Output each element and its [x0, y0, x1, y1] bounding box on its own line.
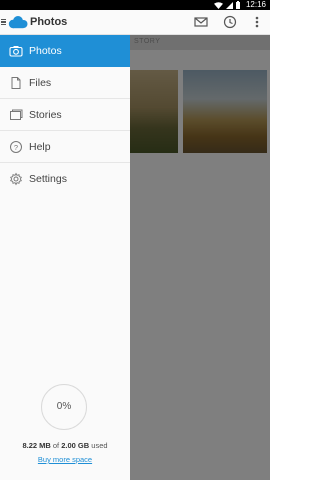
nav-item-help[interactable]: ? Help [0, 131, 130, 163]
storage-of: of [52, 441, 60, 450]
camera-icon [9, 46, 23, 57]
nav-item-label: Help [29, 141, 51, 153]
svg-text:?: ? [14, 143, 18, 152]
storage-usage-ring: 0% [41, 384, 87, 430]
nav-item-settings[interactable]: Settings [0, 163, 130, 195]
file-icon [11, 77, 21, 89]
app-title: Photos [30, 16, 68, 28]
overflow-menu-icon[interactable] [252, 14, 262, 30]
status-time: 12:16 [245, 0, 266, 9]
storage-suffix: used [91, 441, 108, 450]
help-icon: ? [10, 141, 22, 153]
app-bar: Photos [0, 10, 270, 35]
status-icons [214, 1, 240, 9]
drawer-scrim[interactable] [130, 35, 270, 480]
storage-usage-text: 8.22 MB of 2.00 GB used [0, 441, 130, 450]
signal-icon [226, 1, 233, 9]
nav-item-label: Stories [29, 109, 62, 121]
nav-item-label: Files [29, 77, 52, 89]
buy-more-space-link[interactable]: Buy more space [0, 455, 130, 464]
stories-icon [10, 109, 23, 120]
menu-icon[interactable] [1, 17, 6, 27]
mail-icon[interactable] [193, 14, 209, 30]
nav-item-label: Settings [29, 173, 67, 185]
gear-icon [10, 172, 22, 186]
cloud-logo-icon [8, 16, 28, 29]
storage-percent: 0% [56, 401, 72, 412]
nav-item-files[interactable]: Files [0, 67, 130, 99]
navigation-drawer: Photos Files Stories ? Help Settings 0% … [0, 35, 130, 480]
nav-item-stories[interactable]: Stories [0, 99, 130, 131]
status-bar: 12:16 [0, 0, 270, 10]
nav-item-label: Photos [29, 45, 62, 57]
storage-total: 2.00 GB [61, 441, 90, 450]
storage-used: 8.22 MB [22, 441, 51, 450]
battery-icon [236, 1, 240, 9]
nav-item-photos[interactable]: Photos [0, 35, 130, 67]
wifi-icon [214, 1, 223, 9]
history-icon[interactable] [222, 14, 238, 30]
